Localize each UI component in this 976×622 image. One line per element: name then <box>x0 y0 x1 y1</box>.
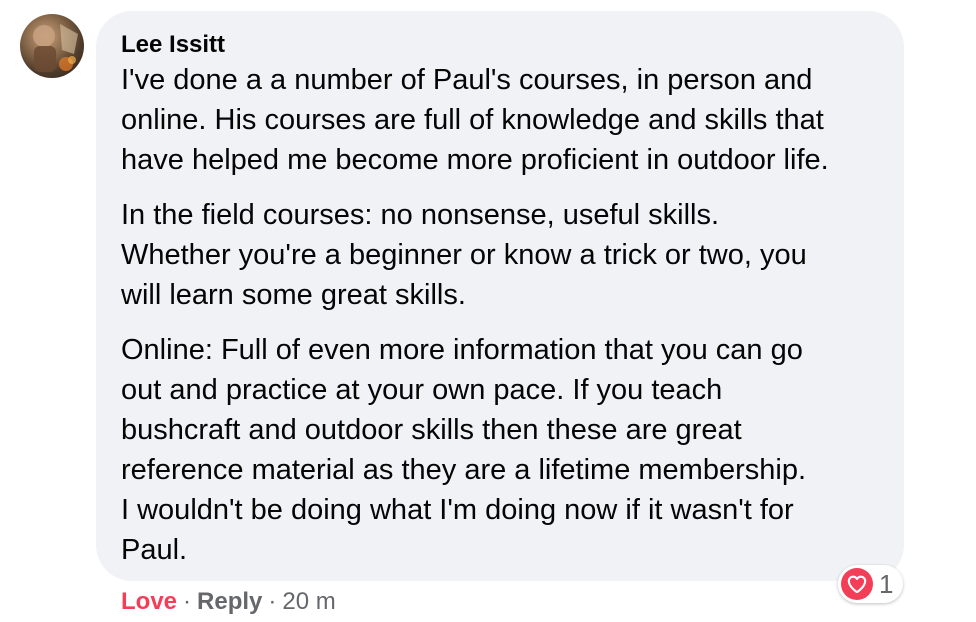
avatar[interactable] <box>20 14 84 78</box>
timestamp[interactable]: 20 m <box>282 586 335 618</box>
reaction-count: 1 <box>879 569 894 599</box>
comment-bubble: Lee Issitt I've done a a number of Paul'… <box>96 11 904 581</box>
heart-icon <box>841 568 873 600</box>
separator-dot: · <box>183 588 192 615</box>
reply-button[interactable]: Reply <box>197 586 262 618</box>
love-button[interactable]: Love <box>121 586 177 618</box>
comment-paragraph-1: I've done a a number of Paul's courses, … <box>121 64 829 176</box>
comment-author[interactable]: Lee Issitt <box>121 30 880 60</box>
avatar-photo-icon <box>33 24 78 72</box>
reaction-summary[interactable]: 1 <box>838 565 904 603</box>
comment-paragraph-2: In the field courses: no nonsense, usefu… <box>121 199 807 311</box>
separator-dot: · <box>268 588 277 615</box>
comment-paragraph-3: Online: Full of even more information th… <box>121 334 807 566</box>
comment-actions: Love · Reply · 20 m <box>121 586 336 618</box>
